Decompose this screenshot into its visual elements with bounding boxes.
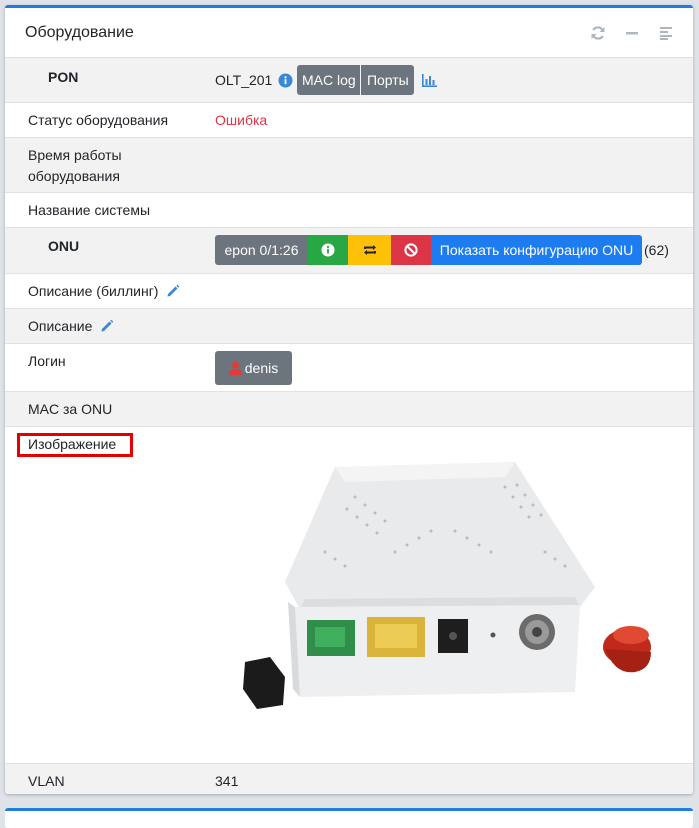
uptime-value [135,138,693,192]
desc-label: Описание [28,318,93,334]
user-icon [228,361,242,375]
sysname-value [215,193,693,227]
mac-onu-row: MAC за ONU [5,392,693,427]
pon-label: PON [48,69,79,85]
pencil-icon[interactable] [166,284,180,298]
retweet-icon [363,245,376,255]
desc-billing-label: Описание (биллинг) [28,283,159,299]
login-label: Логин [28,353,66,369]
status-value-cell: Ошибка [215,103,693,137]
onu-device-image [215,457,685,762]
desc-label-cell: Описание [5,309,215,343]
mac-log-button[interactable]: MAC log [297,65,361,95]
highlight-box [17,433,133,457]
desc-billing-label-cell: Описание (биллинг) [5,274,215,308]
vlan-value: 341 [215,773,239,789]
pon-value: OLT_201 [215,71,273,88]
refresh-icon[interactable] [589,24,607,42]
mac-onu-value [215,392,693,426]
login-row: Логин denis [5,344,693,392]
desc-value [215,309,693,343]
user-button[interactable]: denis [215,351,292,385]
card-header: Оборудование [5,8,693,58]
desc-row: Описание [5,309,693,344]
onu-value-cell: epon 0/1:26 Показать конфигурацию ONU (6… [215,228,693,273]
ban-icon [404,243,418,257]
status-row: Статус оборудования Ошибка [5,103,693,138]
info-icon[interactable] [278,73,293,88]
uptime-row: Время работы оборудования [5,138,693,193]
minus-icon[interactable] [623,24,641,42]
sysname-row: Название системы [5,193,693,228]
status-value: Ошибка [215,111,268,128]
list-icon[interactable] [657,24,675,42]
onu-info-button[interactable] [308,235,348,265]
onu-block-button[interactable] [391,235,431,265]
card-title: Оборудование [25,23,134,41]
pon-value-cell: OLT_201 MAC log Порты [215,58,693,102]
show-onu-config-button[interactable]: Показать конфигурацию ONU [431,235,642,265]
equipment-card: Оборудование PON OLT_201 MAC log Порты С… [5,5,693,794]
image-row: Изображение [5,427,693,764]
vlan-label: VLAN [28,773,65,789]
mac-onu-label: MAC за ONU [28,401,113,417]
pencil-icon[interactable] [100,319,114,333]
pon-row: PON OLT_201 MAC log Порты [5,58,693,103]
vlan-value-cell: 341 [215,764,693,794]
ports-button[interactable]: Порты [361,65,415,95]
vlan-row: VLAN 341 [5,764,693,794]
next-card [5,808,693,828]
info-icon [321,243,335,257]
onu-label: ONU [48,238,80,254]
desc-billing-row: Описание (биллинг) [5,274,693,309]
image-label: Изображение [28,436,117,452]
onu-count: (62) [644,242,669,258]
onu-reboot-button[interactable] [348,235,391,265]
onu-port-button[interactable]: epon 0/1:26 [215,235,308,265]
uptime-label: Время работы оборудования [28,147,122,184]
desc-billing-value [215,274,693,308]
card-tools [589,24,675,42]
sysname-label: Название системы [28,202,151,218]
status-label: Статус оборудования [28,112,169,128]
chart-icon[interactable] [422,73,438,87]
user-name: denis [244,359,279,376]
onu-row: ONU epon 0/1:26 Показать конфигурацию ON… [5,228,693,274]
login-value-cell: denis [215,344,693,391]
